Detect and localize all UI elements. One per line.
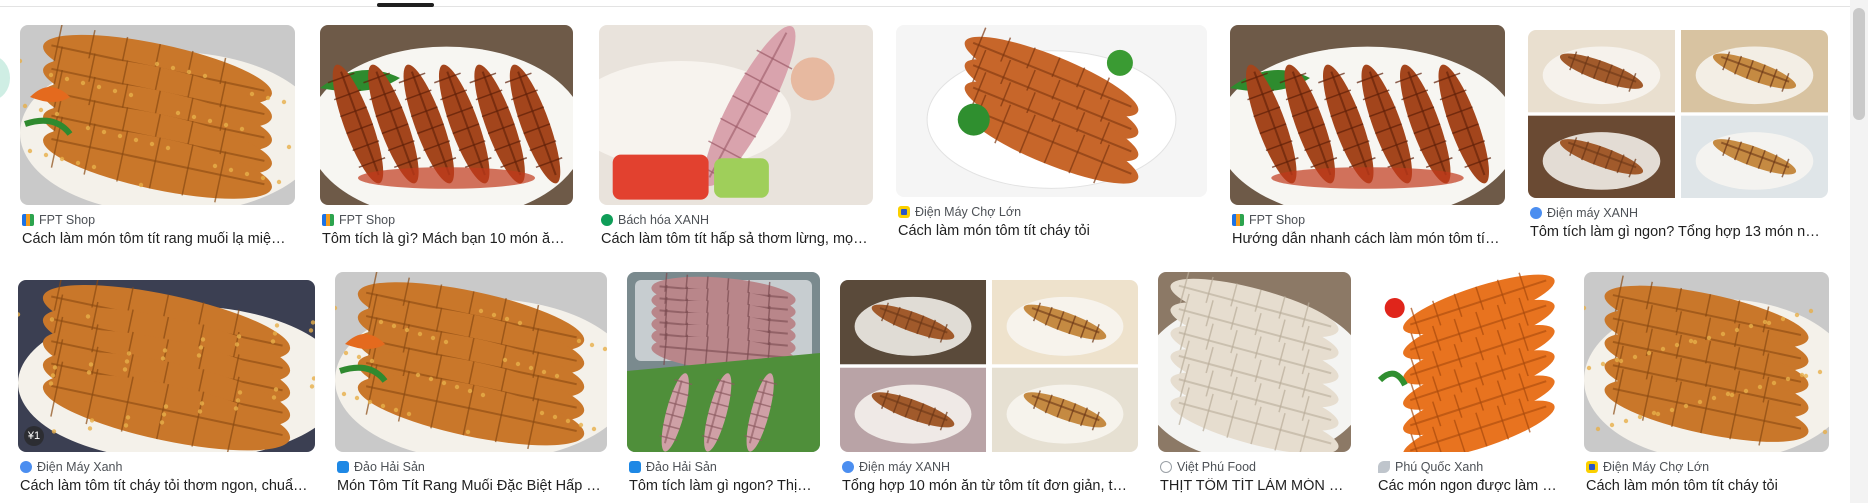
dien-may-cho-lon-favicon-icon — [898, 206, 910, 218]
decorative-edge-shape — [0, 56, 10, 100]
result-source[interactable]: Điện Máy Chợ Lớn — [1586, 460, 1709, 474]
dien-may-xanh-favicon-icon — [842, 461, 854, 473]
result-thumbnail[interactable] — [1584, 272, 1829, 452]
dao-hai-san-favicon-icon — [629, 461, 641, 473]
fpt-shop-favicon-icon — [322, 214, 334, 226]
source-name: Điện Máy Xanh — [37, 460, 123, 474]
image-result-card[interactable]: FPT Shop Cách làm món tôm tít rang muối l… — [20, 25, 295, 257]
result-title-link[interactable]: Cách làm món tôm tít cháy tỏi — [1586, 478, 1825, 494]
result-title-link[interactable]: Tôm tích làm gì ngon? Tổng hợp 13 món n… — [1530, 224, 1824, 240]
result-title-link[interactable]: THỊT TÔM TÍT LÀM MÓN … — [1160, 478, 1347, 494]
source-name: Việt Phú Food — [1177, 460, 1256, 474]
image-result-card[interactable]: Điện Máy Chợ Lớn Cách làm món tôm tít chá… — [896, 25, 1207, 249]
result-thumbnail[interactable] — [1158, 272, 1351, 452]
source-name: FPT Shop — [1249, 213, 1306, 227]
dien-may-cho-lon-favicon-icon — [1586, 461, 1598, 473]
result-source[interactable]: Điện máy XANH — [1530, 206, 1638, 220]
tab-bar-divider — [0, 6, 1850, 7]
image-result-card[interactable]: Bách hóa XANH Cách làm tôm tít hấp sả thơ… — [599, 25, 873, 257]
source-name: Điện Máy Chợ Lớn — [915, 205, 1022, 219]
result-thumbnail[interactable] — [627, 272, 820, 452]
source-name: FPT Shop — [339, 213, 396, 227]
result-title-link[interactable]: Các món ngon được làm t… — [1378, 478, 1559, 494]
result-source[interactable]: Phú Quốc Xanh — [1378, 460, 1483, 474]
result-thumbnail[interactable] — [1230, 25, 1505, 205]
image-result-card[interactable]: Điện Máy Chợ Lớn Cách làm món tôm tít chá… — [1584, 272, 1829, 504]
result-title-link[interactable]: Tôm tích là gì? Mách bạn 10 món ăn … — [322, 231, 569, 247]
scrollbar-thumb[interactable] — [1853, 8, 1865, 120]
source-name: Đảo Hải Sản — [646, 460, 717, 474]
result-source[interactable]: Đảo Hải Sản — [629, 460, 717, 474]
source-name: FPT Shop — [39, 213, 96, 227]
result-source[interactable]: Bách hóa XANH — [601, 213, 709, 227]
result-title-link[interactable]: Hướng dẫn nhanh cách làm món tôm tít… — [1232, 231, 1501, 247]
result-source[interactable]: FPT Shop — [322, 213, 395, 227]
image-result-card[interactable]: FPT Shop Tôm tích là gì? Mách bạn 10 món … — [320, 25, 573, 257]
result-title-link[interactable]: Cách làm tôm tít cháy tỏi thơm ngon, chu… — [20, 478, 311, 494]
result-source[interactable]: Việt Phú Food — [1160, 460, 1256, 474]
dien-may-xanh-favicon-icon — [20, 461, 32, 473]
fpt-shop-favicon-icon — [1232, 214, 1244, 226]
result-title-link[interactable]: Cách làm món tôm tít cháy tỏi — [898, 223, 1203, 239]
viet-phu-food-favicon-icon — [1160, 461, 1172, 473]
result-source[interactable]: FPT Shop — [22, 213, 95, 227]
result-thumbnail[interactable] — [599, 25, 873, 205]
result-thumbnail[interactable] — [20, 25, 295, 205]
bach-hoa-xanh-favicon-icon — [601, 214, 613, 226]
result-thumbnail[interactable] — [335, 272, 607, 452]
result-title-link[interactable]: Cách làm món tôm tít rang muối lạ miện… — [22, 231, 291, 247]
fpt-shop-favicon-icon — [22, 214, 34, 226]
image-result-card[interactable]: Đảo Hải Sản Tôm tích làm gì ngon? Thị… — [627, 272, 820, 504]
dien-may-xanh-favicon-icon — [1530, 207, 1542, 219]
dao-hai-san-favicon-icon — [337, 461, 349, 473]
source-name: Đảo Hải Sản — [354, 460, 425, 474]
image-result-card[interactable]: Điện máy XANH Tổng hợp 10 món ăn từ tôm t… — [840, 280, 1138, 504]
result-thumbnail[interactable] — [320, 25, 573, 205]
source-name: Bách hóa XANH — [618, 213, 710, 227]
source-name: Điện Máy Chợ Lớn — [1603, 460, 1710, 474]
result-thumbnail[interactable]: ¥1 — [18, 280, 315, 452]
image-result-card[interactable]: Việt Phú Food THỊT TÔM TÍT LÀM MÓN … — [1158, 272, 1351, 504]
result-title-link[interactable]: Tổng hợp 10 món ăn từ tôm tít đơn giản, … — [842, 478, 1134, 494]
source-name: Phú Quốc Xanh — [1395, 460, 1484, 474]
image-result-card[interactable]: ¥1 Điện Máy Xanh Cách làm tôm tít cháy tỏi… — [18, 280, 315, 504]
product-badge-icon: ¥1 — [24, 426, 44, 446]
image-result-card[interactable]: FPT Shop Hướng dẫn nhanh cách làm món tôm… — [1230, 25, 1505, 257]
result-thumbnail[interactable] — [1376, 272, 1563, 452]
result-thumbnail[interactable] — [1528, 30, 1828, 198]
image-result-card[interactable]: Điện máy XANH Tôm tích làm gì ngon? Tổng … — [1528, 30, 1828, 250]
result-title-link[interactable]: Cách làm tôm tít hấp sả thơm lừng, mọ… — [601, 231, 869, 247]
result-title-link[interactable]: Món Tôm Tít Rang Muối Đặc Biệt Hấp … — [337, 478, 603, 494]
result-source[interactable]: Đảo Hải Sản — [337, 460, 425, 474]
source-name: Điện máy XANH — [1547, 206, 1638, 220]
active-tab-indicator — [377, 3, 434, 7]
image-result-card[interactable]: Đảo Hải Sản Món Tôm Tít Rang Muối Đặc Biệ… — [335, 272, 607, 504]
result-thumbnail[interactable] — [840, 280, 1138, 452]
result-source[interactable]: FPT Shop — [1232, 213, 1305, 227]
image-result-card[interactable]: Phú Quốc Xanh Các món ngon được làm t… — [1376, 272, 1563, 504]
result-source[interactable]: Điện máy XANH — [842, 460, 950, 474]
source-name: Điện máy XANH — [859, 460, 950, 474]
result-source[interactable]: Điện Máy Chợ Lớn — [898, 205, 1021, 219]
scrollbar[interactable] — [1850, 0, 1868, 503]
result-thumbnail[interactable] — [896, 25, 1207, 197]
phu-quoc-xanh-favicon-icon — [1378, 461, 1390, 473]
result-source[interactable]: Điện Máy Xanh — [20, 460, 122, 474]
result-title-link[interactable]: Tôm tích làm gì ngon? Thị… — [629, 478, 816, 494]
